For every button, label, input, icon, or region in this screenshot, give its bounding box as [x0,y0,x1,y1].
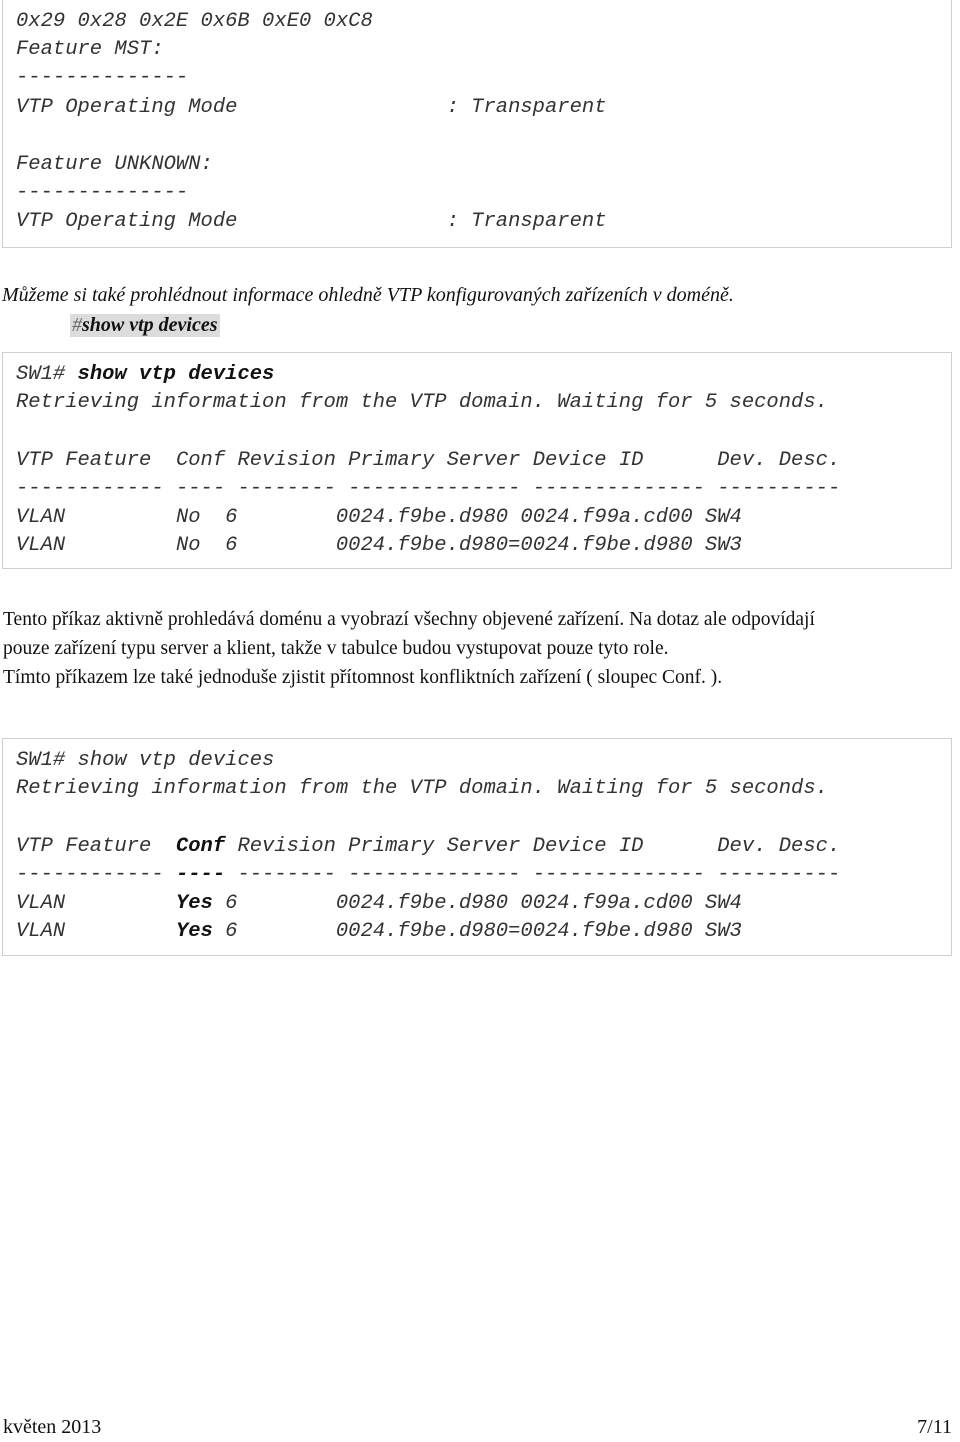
output-line: VTP Operating Mode : Transparent [16,96,607,119]
output-line: Feature MST: [16,38,164,61]
command: show vtp devices [77,749,275,772]
prompt: SW1# [16,749,78,772]
prompt-line: SW1# show vtp devices [16,747,274,775]
output-box-vtp-status: 0x29 0x28 0x2E 0x6B 0xE0 0xC8 Feature MS… [2,0,952,248]
table-row: VLAN Yes 6 0024.f9be.d980=0024.f9be.d980… [16,918,742,946]
retrieving-line: Retrieving information from the VTP doma… [16,391,828,414]
table-separator: ------------ ---- -------- -------------… [16,475,840,503]
table-separator: ------------ ---- -------- -------------… [16,861,840,889]
command-highlight: #show vtp devices [70,314,220,337]
intro-text: Můžeme si také prohlédnout informace ohl… [2,284,734,306]
paragraph-line: pouze zařízení typu server a klient, tak… [3,638,669,659]
cell-conf: Yes [175,892,213,915]
separator-part: ---- [175,863,226,886]
cell-rest: 6 0024.f9be.d980=0024.f9be.d980 SW3 [212,534,742,557]
cell-feature: VLAN [16,892,176,915]
table-row: VLAN No 6 0024.f9be.d980 0024.f99a.cd00 … [16,504,742,532]
output-line: Feature UNKNOWN: [16,153,213,176]
cell-rest: 6 0024.f9be.d980 0024.f99a.cd00 SW4 [212,506,742,529]
separator-part: ------------ [16,477,176,500]
separator-part: ---- [175,477,226,500]
prompt: SW1# [16,363,78,386]
separator-part: -------- -------------- -------------- -… [225,477,841,500]
header-rest: Revision Primary Server Device ID Dev. D… [225,835,841,858]
output-line: 0x29 0x28 0x2E 0x6B 0xE0 0xC8 [16,10,373,33]
footer-date: květen 2013 [3,1416,102,1438]
separator-part: ------------ [16,863,176,886]
header-feature: VTP Feature [16,449,176,472]
paragraph-line: Tento příkaz aktivně prohledává doménu a… [3,609,815,630]
command-text: show vtp devices [82,314,218,336]
table-header: VTP Feature Conf Revision Primary Server… [16,447,840,475]
prompt-line: SW1# show vtp devices [16,361,274,389]
header-rest: Revision Primary Server Device ID Dev. D… [225,449,841,472]
output-line: -------------- [16,66,189,89]
header-conf: Conf [175,449,226,472]
command-hash: # [72,314,82,336]
cell-conf: No [175,534,213,557]
header-conf: Conf [175,835,226,858]
cell-rest: 6 0024.f9be.d980 0024.f99a.cd00 SW4 [212,892,742,915]
paragraph-line: Tímto příkazem lze také jednoduše zjisti… [3,667,723,688]
separator-part: -------- -------------- -------------- -… [225,863,841,886]
header-feature: VTP Feature [16,835,176,858]
output-box-show-vtp-devices-yes: SW1# show vtp devices Retrieving informa… [2,738,952,956]
table-row: VLAN Yes 6 0024.f9be.d980 0024.f99a.cd00… [16,890,742,918]
output-line: VTP Operating Mode : Transparent [16,210,607,233]
cell-rest: 6 0024.f9be.d980=0024.f9be.d980 SW3 [212,920,742,943]
command: show vtp devices [77,363,275,386]
output-box-show-vtp-devices-no: SW1# show vtp devices Retrieving informa… [2,352,952,569]
output-line: -------------- [16,181,189,204]
retrieving-line: Retrieving information from the VTP doma… [16,777,828,800]
cell-feature: VLAN [16,506,176,529]
cell-conf: No [175,506,213,529]
table-row: VLAN No 6 0024.f9be.d980=0024.f9be.d980 … [16,532,742,560]
footer-page-number: 7/11 [917,1416,952,1438]
cell-feature: VLAN [16,920,176,943]
cell-feature: VLAN [16,534,176,557]
table-header: VTP Feature Conf Revision Primary Server… [16,833,840,861]
cell-conf: Yes [175,920,213,943]
